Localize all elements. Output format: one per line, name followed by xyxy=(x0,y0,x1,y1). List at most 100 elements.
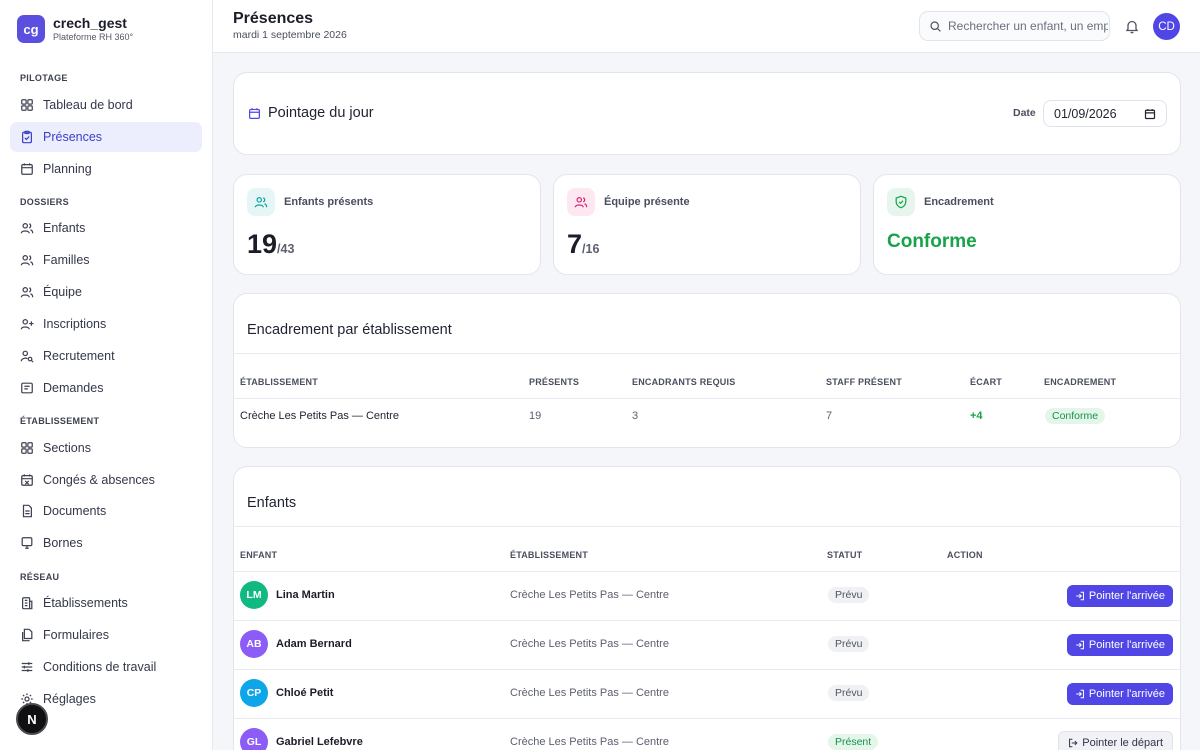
search-box[interactable] xyxy=(919,11,1110,41)
cell-presents: 19 xyxy=(529,410,542,422)
column-header: STAFF PRÉSENT xyxy=(826,377,902,387)
column-header: PRÉSENTS xyxy=(529,377,580,387)
sidebar-item-label: Documents xyxy=(43,504,107,518)
sidebar-item-sections[interactable]: Sections xyxy=(10,433,202,463)
grid-icon xyxy=(21,99,33,111)
date-value: 01/09/2026 xyxy=(1054,106,1117,121)
message-square-icon xyxy=(21,382,33,394)
sidebar-item-label: Congés & absences xyxy=(43,473,155,487)
child-avatar: LM xyxy=(240,581,268,609)
top-header: Présences mardi 1 septembre 2026 CD xyxy=(213,0,1200,53)
sidebar-item-label: Planning xyxy=(43,162,92,176)
users-icon xyxy=(254,197,268,208)
stat-icon-box xyxy=(887,188,915,216)
cell-requis: 3 xyxy=(632,410,639,422)
search-input[interactable] xyxy=(948,19,1108,33)
sidebar-item-label: Conditions de travail xyxy=(43,660,157,674)
cell-etablissement: Crèche Les Petits Pas — Centre xyxy=(510,638,669,650)
divider xyxy=(234,718,1180,719)
divider xyxy=(234,526,1180,527)
sidebar-item-label: Tableau de bord xyxy=(43,98,133,112)
status-badge: Présent xyxy=(828,734,879,750)
child-name[interactable]: Chloé Petit xyxy=(276,687,333,699)
sidebar-item-label: Recrutement xyxy=(43,349,115,363)
status-badge: Prévu xyxy=(828,685,870,701)
sidebar-item-label: Établissements xyxy=(43,596,128,610)
log-in-icon xyxy=(1076,689,1084,699)
sidebar-item-etablissements[interactable]: Établissements xyxy=(10,588,202,618)
sidebar-item-label: Inscriptions xyxy=(43,317,107,331)
stat-icon-box xyxy=(247,188,275,216)
sidebar-item-bornes[interactable]: Bornes xyxy=(10,528,202,558)
pointer-arrivee-button[interactable]: Pointer l'arrivée xyxy=(1066,683,1173,705)
log-out-icon xyxy=(1069,738,1078,747)
sidebar-item-presences[interactable]: Présences xyxy=(10,122,202,152)
status-badge: Prévu xyxy=(828,587,870,603)
encadrement-card: Encadrement par établissement ÉTABLISSEM… xyxy=(233,293,1181,448)
child-name[interactable]: Gabriel Lefebvre xyxy=(276,736,363,748)
sidebar-item-inscriptions[interactable]: Inscriptions xyxy=(10,309,202,339)
brand[interactable]: cg crech_gest Plateforme RH 360° xyxy=(17,15,133,43)
stat-value: 19/43 xyxy=(247,229,295,259)
pointer-arrivee-button[interactable]: Pointer l'arrivée xyxy=(1066,634,1173,656)
stat-label: Enfants présents xyxy=(284,196,374,208)
column-header: ÉTABLISSEMENT xyxy=(240,377,318,387)
file-icon xyxy=(22,504,32,518)
sidebar-item-enfants[interactable]: Enfants xyxy=(10,213,202,243)
users-icon xyxy=(574,197,588,208)
divider xyxy=(234,353,1180,354)
sidebar-item-label: Sections xyxy=(43,441,91,455)
sidebar-item-equipe[interactable]: Équipe xyxy=(10,277,202,307)
stat-card-equipe: Équipe présente 7/16 xyxy=(553,174,861,275)
column-header: ENCADRANTS REQUIS xyxy=(632,377,736,387)
status-badge: Conforme xyxy=(1045,408,1106,424)
pointer-depart-button[interactable]: Pointer le départ xyxy=(1058,731,1173,750)
column-header: ENFANT xyxy=(240,550,278,560)
sidebar: cg crech_gest Plateforme RH 360° PILOTAG… xyxy=(0,0,213,750)
nav-section-pilotage: PILOTAGE xyxy=(20,73,68,83)
child-name[interactable]: Adam Bernard xyxy=(276,638,352,650)
status-badge: Prévu xyxy=(828,636,870,652)
sidebar-item-formulaires[interactable]: Formulaires xyxy=(10,620,202,650)
brand-logo: cg xyxy=(17,15,45,43)
sidebar-item-conditions[interactable]: Conditions de travail xyxy=(10,652,202,682)
pointer-arrivee-button[interactable]: Pointer l'arrivée xyxy=(1066,585,1173,607)
nav-section-etablissement: ÉTABLISSEMENT xyxy=(20,416,100,426)
brand-subtitle: Plateforme RH 360° xyxy=(53,32,134,42)
log-in-icon xyxy=(1076,591,1084,601)
sidebar-item-label: Présences xyxy=(43,130,103,144)
nav-section-reseau: RÉSEAU xyxy=(20,572,60,582)
sidebar-item-recrutement[interactable]: Recrutement xyxy=(10,341,202,371)
sidebar-item-demandes[interactable]: Demandes xyxy=(10,373,202,403)
sidebar-item-documents[interactable]: Documents xyxy=(10,496,202,526)
sidebar-item-conges[interactable]: Congés & absences xyxy=(10,465,202,495)
stat-card-enfants: Enfants présents 19/43 xyxy=(233,174,541,275)
grid-icon xyxy=(21,442,33,454)
calendar-icon xyxy=(21,163,33,175)
users-icon xyxy=(20,223,34,234)
enfants-card: Enfants ENFANT ÉTABLISSEMENT STATUT ACTI… xyxy=(233,466,1181,750)
sidebar-item-tableau-de-bord[interactable]: Tableau de bord xyxy=(10,90,202,120)
sliders-icon xyxy=(21,662,33,672)
sidebar-item-label: Formulaires xyxy=(43,628,109,642)
enfants-title: Enfants xyxy=(247,495,297,511)
calendar-icon xyxy=(249,107,260,119)
cell-etablissement: Crèche Les Petits Pas — Centre xyxy=(510,687,669,699)
calendar-icon[interactable] xyxy=(1144,108,1156,120)
sidebar-item-familles[interactable]: Familles xyxy=(10,245,202,275)
sidebar-item-label: Demandes xyxy=(43,381,104,395)
users-icon xyxy=(20,255,34,266)
column-header: ENCADREMENT xyxy=(1044,377,1117,387)
user-plus-icon xyxy=(20,319,34,330)
bell-icon[interactable] xyxy=(1124,18,1140,34)
divider xyxy=(234,669,1180,670)
date-picker[interactable]: 01/09/2026 xyxy=(1043,100,1167,127)
sidebar-item-planning[interactable]: Planning xyxy=(10,154,202,184)
sidebar-item-label: Réglages xyxy=(43,692,96,706)
log-in-icon xyxy=(1076,640,1084,650)
user-avatar[interactable]: CD xyxy=(1153,13,1180,40)
dev-tools-badge[interactable]: N xyxy=(16,703,48,735)
building-icon xyxy=(22,597,33,610)
page-title: Présences xyxy=(233,10,314,27)
child-name[interactable]: Lina Martin xyxy=(276,589,335,601)
